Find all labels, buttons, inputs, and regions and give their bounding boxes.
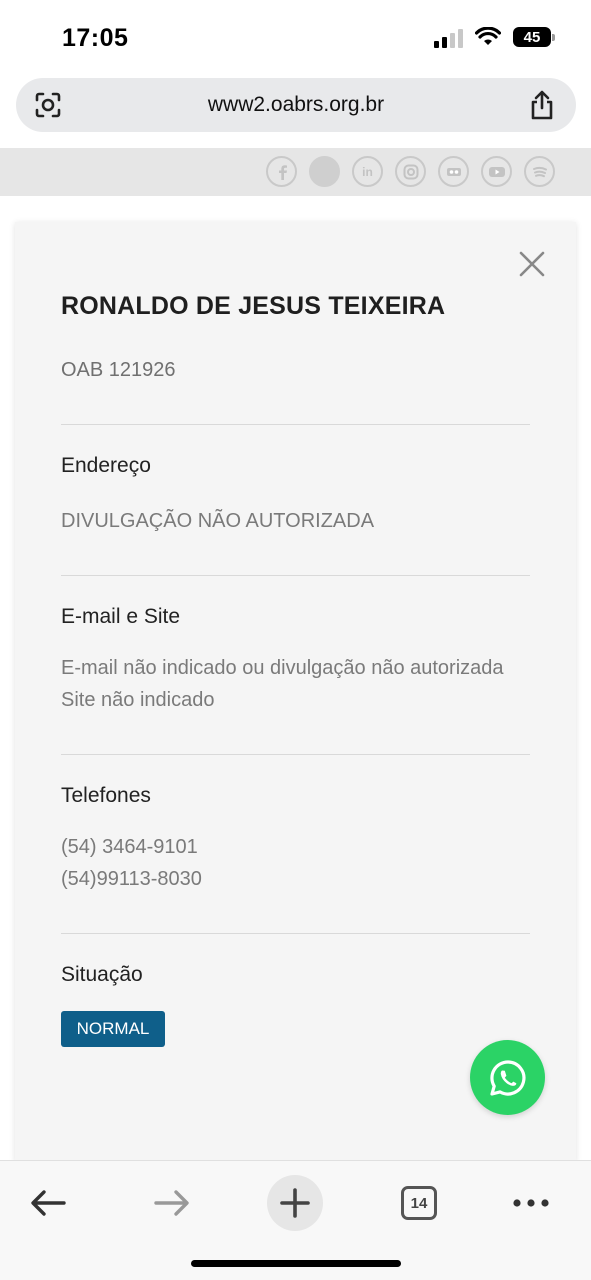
whatsapp-button[interactable]	[470, 1040, 545, 1115]
status-icons: 45	[434, 26, 555, 48]
spotify-icon[interactable]	[524, 156, 555, 187]
flickr-icon[interactable]	[438, 156, 469, 187]
browser-toolbar: 14	[0, 1160, 591, 1280]
lawyer-name: RONALDO DE JESUS TEIXEIRA	[61, 292, 446, 320]
instagram-icon[interactable]	[395, 156, 426, 187]
youtube-icon[interactable]	[481, 156, 512, 187]
phone-2[interactable]: (54)99113-8030	[61, 863, 202, 895]
status-badge: NORMAL	[61, 1011, 165, 1047]
circle-icon[interactable]	[309, 156, 340, 187]
close-icon[interactable]	[518, 250, 546, 278]
home-indicator	[191, 1260, 401, 1267]
address-value: DIVULGAÇÃO NÃO AUTORIZADA	[61, 510, 375, 532]
social-strip: in	[0, 148, 591, 196]
social-icons: in	[266, 156, 555, 187]
divider	[61, 575, 530, 576]
battery-icon: 45	[513, 27, 555, 47]
divider	[61, 754, 530, 755]
lawyer-detail-modal: RONALDO DE JESUS TEIXEIRA OAB 121926 End…	[15, 222, 576, 1162]
divider	[61, 424, 530, 425]
tabs-button[interactable]: 14	[391, 1175, 447, 1231]
tabs-count: 14	[401, 1186, 437, 1220]
phone-1[interactable]: (54) 3464-9101	[61, 831, 198, 863]
oab-number: OAB 121926	[61, 359, 176, 381]
forward-button[interactable]	[144, 1175, 200, 1231]
url-bar[interactable]: www2.oabrs.org.br	[16, 78, 576, 132]
back-button[interactable]	[20, 1175, 76, 1231]
share-icon[interactable]	[528, 89, 556, 121]
cellular-signal-icon	[434, 26, 463, 48]
linkedin-icon[interactable]: in	[352, 156, 383, 187]
whatsapp-icon	[489, 1059, 525, 1096]
facebook-icon[interactable]	[266, 156, 297, 187]
site-value: Site não indicado	[61, 689, 215, 711]
url-text[interactable]: www2.oabrs.org.br	[208, 93, 384, 117]
more-button[interactable]	[503, 1175, 559, 1231]
status-time: 17:05	[62, 24, 129, 52]
lens-search-icon[interactable]	[34, 91, 62, 119]
arrow-left-icon	[31, 1190, 66, 1216]
status-bar: 17:05 45	[0, 0, 591, 78]
wifi-icon	[475, 27, 501, 45]
linkedin-text: in	[362, 164, 373, 179]
email-value: E-mail não indicado ou divulgação não au…	[61, 657, 504, 679]
phones-label: Telefones	[61, 784, 151, 807]
divider	[61, 933, 530, 934]
status-label: Situação	[61, 963, 143, 986]
address-label: Endereço	[61, 454, 151, 477]
email-site-label: E-mail e Site	[61, 605, 181, 628]
new-tab-button[interactable]	[267, 1175, 323, 1231]
plus-icon	[280, 1188, 310, 1218]
more-icon	[513, 1199, 549, 1207]
arrow-right-icon	[154, 1190, 189, 1216]
